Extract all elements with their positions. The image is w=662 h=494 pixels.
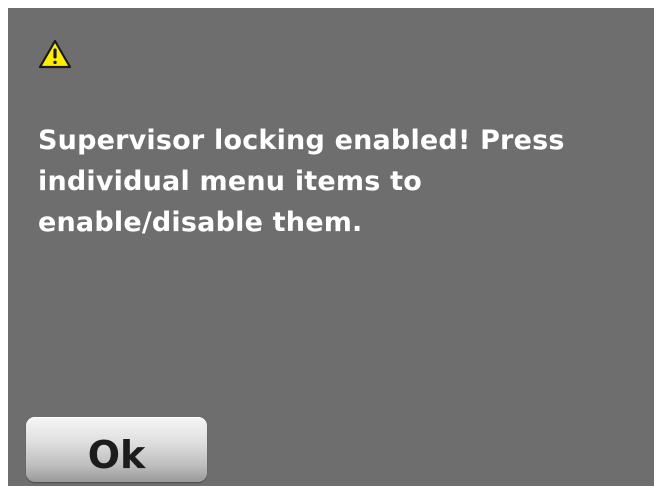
warning-icon	[38, 38, 72, 70]
ok-button[interactable]: Ok	[26, 417, 207, 482]
alert-dialog: Supervisor locking enabled! Press indivi…	[8, 8, 654, 486]
alert-message: Supervisor locking enabled! Press indivi…	[38, 125, 565, 238]
